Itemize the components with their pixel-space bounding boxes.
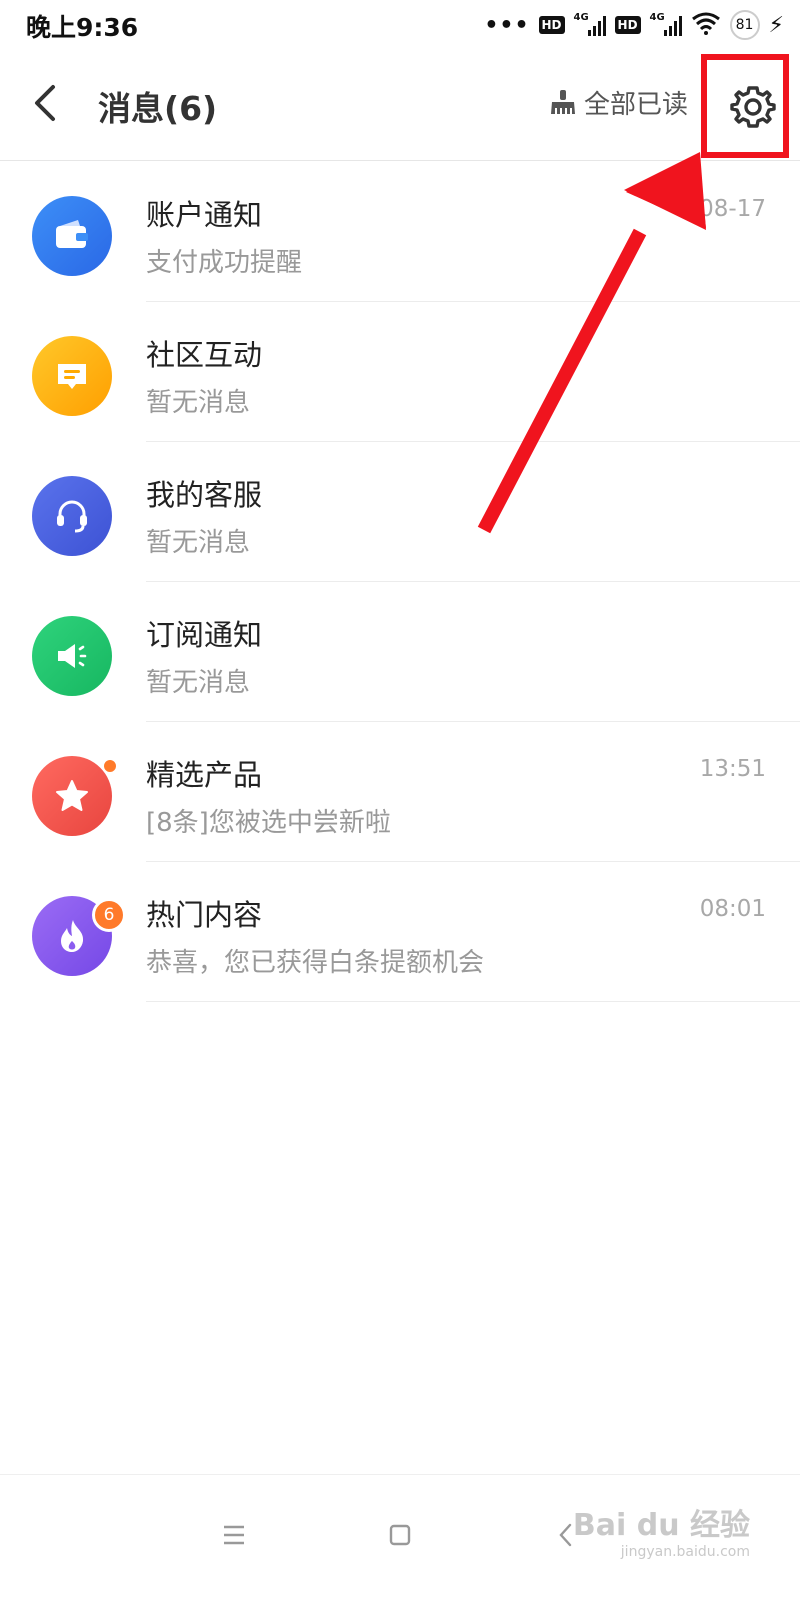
status-time: 晚上9:36 xyxy=(26,13,139,42)
divider xyxy=(146,1001,800,1002)
list-item[interactable]: 账户通知 支付成功提醒 08-17 xyxy=(0,162,800,302)
home-square-icon xyxy=(389,1524,411,1546)
star-icon xyxy=(32,756,112,836)
message-title: 热门内容 xyxy=(146,898,263,932)
wifi-icon xyxy=(691,11,721,39)
back-button[interactable] xyxy=(20,78,70,128)
network-type: 4G xyxy=(649,12,665,23)
settings-button[interactable] xyxy=(728,82,778,132)
message-preview: [8条]您被选中尝新啦 xyxy=(146,808,391,838)
wallet-icon xyxy=(32,196,112,276)
message-title: 订阅通知 xyxy=(146,618,263,652)
mark-all-read-label: 全部已读 xyxy=(584,90,689,120)
list-item[interactable]: 精选产品 [8条]您被选中尝新啦 13:51 xyxy=(0,722,800,862)
page-title: 消息(6) xyxy=(98,89,218,128)
message-time: 13:51 xyxy=(699,756,766,782)
message-title: 我的客服 xyxy=(146,478,263,512)
message-preview: 暂无消息 xyxy=(146,388,251,418)
list-item[interactable]: 我的客服 暂无消息 xyxy=(0,442,800,582)
more-dots-icon: ••• xyxy=(484,12,530,38)
status-icons: ••• HD 4G HD 4G 81 ⚡ xyxy=(484,8,784,42)
charging-icon: ⚡ xyxy=(768,12,784,38)
watermark-url: jingyan.baidu.com xyxy=(620,1544,750,1560)
list-item[interactable]: 6 热门内容 恭喜，您已获得白条提额机会 08:01 xyxy=(0,862,800,1002)
speaker-icon xyxy=(32,616,112,696)
unread-count-badge: 6 xyxy=(92,898,126,932)
chat-bubble-icon xyxy=(32,336,112,416)
watermark-brand: Bai du 经验 xyxy=(572,1508,750,1543)
broom-icon xyxy=(551,89,575,114)
mark-all-read-button[interactable]: 全部已读 xyxy=(548,84,688,121)
battery-icon: 81 xyxy=(729,10,760,40)
signal-icon: 4G xyxy=(649,12,682,36)
headset-icon xyxy=(32,476,112,556)
watermark: Bai du 经验 jingyan.baidu.com xyxy=(573,1500,750,1560)
list-item[interactable]: 订阅通知 暂无消息 xyxy=(0,582,800,722)
menu-icon xyxy=(224,1525,244,1545)
network-type: 4G xyxy=(573,12,589,23)
gear-icon xyxy=(730,86,776,128)
message-preview: 恭喜，您已获得白条提额机会 xyxy=(146,948,485,978)
message-preview: 暂无消息 xyxy=(146,528,251,558)
signal-icon: 4G xyxy=(573,12,606,36)
message-preview: 暂无消息 xyxy=(146,668,251,698)
hd-icon: HD xyxy=(538,16,565,34)
chevron-left-icon xyxy=(35,85,55,121)
menu-button[interactable] xyxy=(204,1505,264,1565)
message-time: 08-17 xyxy=(699,196,766,222)
message-list: 账户通知 支付成功提醒 08-17 社区互动 暂无消息 我的客服 暂无消息 订阅… xyxy=(0,162,800,1002)
message-preview: 支付成功提醒 xyxy=(146,248,303,278)
top-bar: 消息(6) 全部已读 xyxy=(0,50,800,161)
unread-dot xyxy=(102,758,118,774)
message-time: 08:01 xyxy=(699,896,766,922)
list-item[interactable]: 社区互动 暂无消息 xyxy=(0,302,800,442)
message-title: 账户通知 xyxy=(146,198,263,232)
home-button[interactable] xyxy=(370,1505,430,1565)
message-title: 社区互动 xyxy=(146,338,263,372)
message-title: 精选产品 xyxy=(146,758,263,792)
hd-icon: HD xyxy=(614,16,641,34)
status-bar: 晚上9:36 ••• HD 4G HD 4G 81 ⚡ xyxy=(0,0,800,50)
